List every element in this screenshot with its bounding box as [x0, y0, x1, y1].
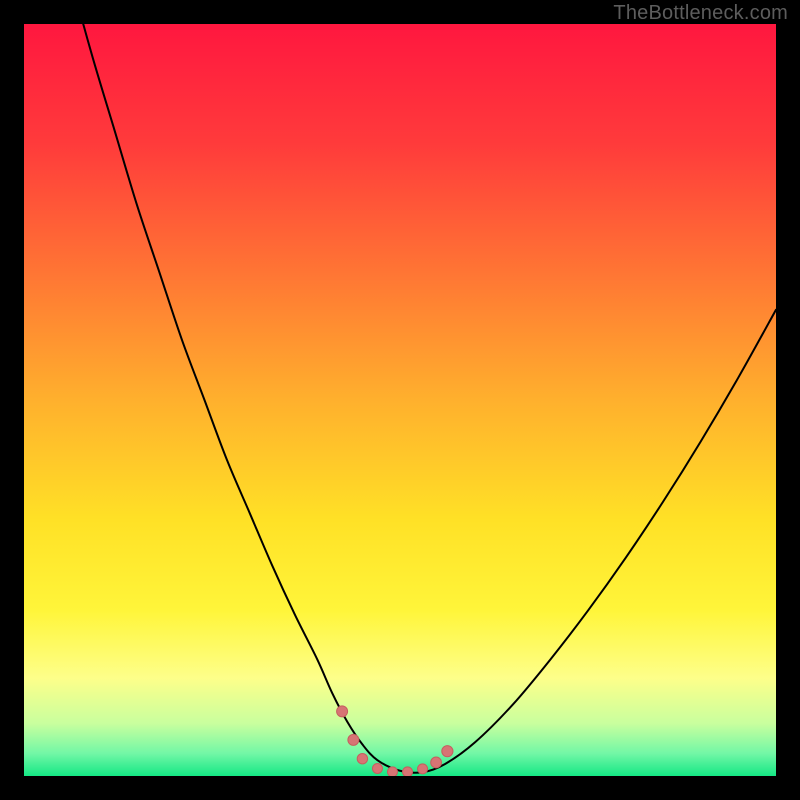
trough-marker	[357, 754, 367, 764]
trough-marker	[403, 767, 413, 776]
trough-marker	[337, 706, 348, 717]
trough-marker	[387, 767, 397, 776]
trough-marker	[348, 734, 359, 745]
trough-marker	[372, 763, 382, 773]
gradient-background	[24, 24, 776, 776]
chart-frame: TheBottleneck.com	[0, 0, 800, 800]
trough-marker	[431, 757, 442, 768]
bottleneck-chart	[24, 24, 776, 776]
plot-area	[24, 24, 776, 776]
trough-marker	[442, 746, 453, 757]
watermark-text: TheBottleneck.com	[613, 2, 788, 25]
trough-marker	[418, 764, 428, 774]
